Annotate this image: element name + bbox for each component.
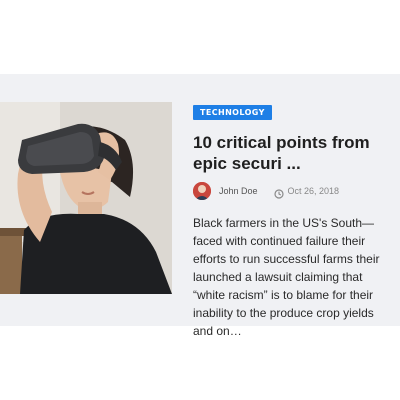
clock-icon — [273, 186, 284, 199]
author-avatar[interactable] — [193, 182, 211, 200]
avatar-image — [193, 182, 211, 200]
post-content: TECHNOLOGY 10 critical points from epic … — [193, 102, 393, 340]
vr-headset-photo — [0, 102, 172, 294]
post-card: TECHNOLOGY 10 critical points from epic … — [0, 74, 400, 338]
post-excerpt: Black farmers in the US's South— faced w… — [193, 216, 380, 338]
post-date: Oct 26, 2018 — [287, 186, 340, 196]
post-thumbnail[interactable] — [0, 102, 172, 294]
category-badge[interactable]: TECHNOLOGY — [193, 105, 272, 120]
post-title[interactable]: 10 critical points from epic securi ... — [193, 132, 393, 174]
post-meta: John Doe Oct 26, 2018 — [193, 182, 393, 200]
author-name[interactable]: John Doe — [219, 186, 258, 196]
